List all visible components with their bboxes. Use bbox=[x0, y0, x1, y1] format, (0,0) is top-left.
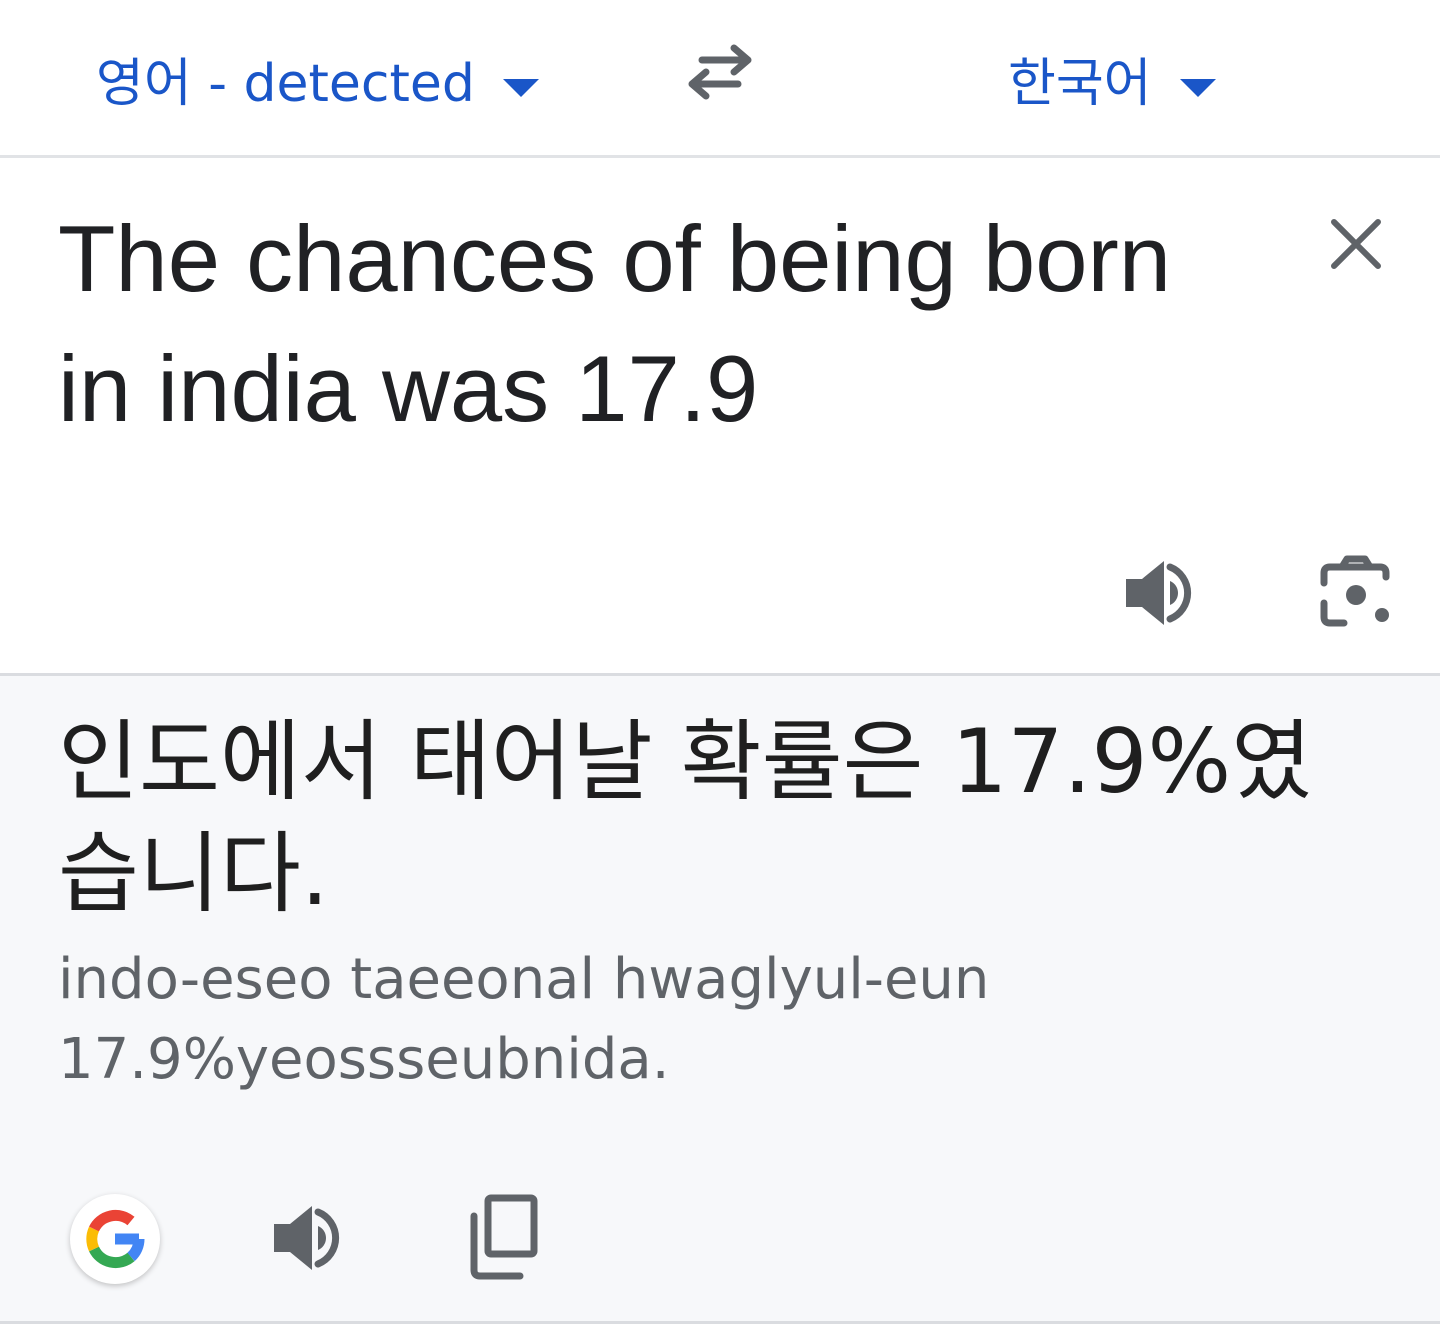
result-panel: 인도에서 태어날 확률은 17.9%였습니다. indo-eseo taeeon… bbox=[0, 676, 1440, 1324]
source-text-input[interactable]: The chances of being born in india was 1… bbox=[58, 194, 1258, 454]
source-language-label: 영어 - detected bbox=[96, 54, 475, 114]
source-panel: The chances of being born in india was 1… bbox=[0, 158, 1440, 676]
speaker-icon[interactable] bbox=[268, 1198, 348, 1278]
chevron-down-icon bbox=[1179, 79, 1216, 97]
camera-lens-icon[interactable] bbox=[1316, 553, 1396, 633]
romanization-text: indo-eseo taeeonal hwaglyul-eun 17.9%yeo… bbox=[58, 947, 990, 1092]
chevron-down-icon bbox=[502, 79, 539, 97]
language-bar: 영어 - detected 한국어 bbox=[0, 0, 1440, 158]
google-g-icon bbox=[86, 1209, 145, 1269]
close-icon[interactable] bbox=[1320, 208, 1392, 280]
target-language-selector[interactable]: 한국어 bbox=[1008, 52, 1216, 116]
copy-icon[interactable] bbox=[464, 1192, 544, 1282]
translation-text: 인도에서 태어날 확률은 17.9%였습니다. bbox=[58, 710, 1313, 925]
speaker-icon[interactable] bbox=[1120, 553, 1200, 633]
google-g-button[interactable] bbox=[70, 1194, 160, 1284]
swap-arrows-icon[interactable] bbox=[682, 40, 758, 104]
source-language-selector[interactable]: 영어 - detected bbox=[96, 52, 539, 116]
target-language-label: 한국어 bbox=[1008, 54, 1152, 114]
translate-screen: 영어 - detected 한국어 The chances of being b… bbox=[0, 0, 1440, 1338]
